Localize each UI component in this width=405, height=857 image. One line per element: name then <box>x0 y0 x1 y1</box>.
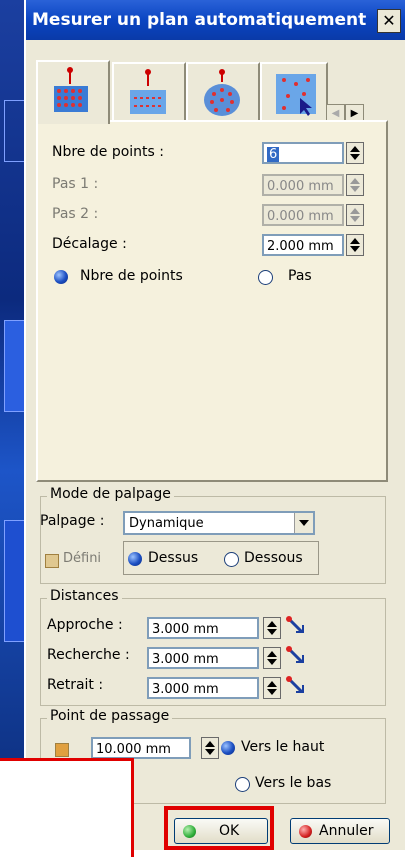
cancel-button-label: Annuler <box>319 823 374 839</box>
approche-input[interactable]: 3.000 mm <box>147 617 259 639</box>
pas1-input[interactable]: 0.000 mm <box>262 174 344 196</box>
palpage-label: Palpage : <box>40 513 105 529</box>
radio-pas[interactable] <box>258 270 273 285</box>
defini-checkbox[interactable] <box>45 554 59 568</box>
passage-spinner[interactable] <box>201 737 219 759</box>
random-points-icon <box>276 74 316 116</box>
group-distances: Distances Approche : 3.000 mm Recherche … <box>40 588 386 706</box>
decalage-input[interactable]: 2.000 mm <box>262 234 344 256</box>
pas2-spinner[interactable] <box>346 204 364 226</box>
recherche-label: Recherche : <box>47 647 130 663</box>
nbre-points-spinner[interactable] <box>346 142 364 164</box>
search-direction-icon[interactable] <box>285 645 307 665</box>
radio-nbre-points-label: Nbre de points <box>80 268 183 284</box>
tab-scan-lines[interactable] <box>112 62 186 122</box>
retract-direction-icon[interactable] <box>285 675 307 695</box>
passage-checkbox[interactable] <box>55 743 69 757</box>
annotation-highlight-ok <box>164 806 274 850</box>
dialog-title: Mesurer un plan automatiquement <box>32 10 367 30</box>
title-bar[interactable]: Mesurer un plan automatiquement ✕ <box>26 0 405 40</box>
approach-direction-icon[interactable] <box>285 615 307 635</box>
viewport-shape <box>4 520 26 642</box>
passage-input[interactable]: 10.000 mm <box>91 737 191 759</box>
radio-vers-le-haut-label: Vers le haut <box>241 739 325 755</box>
radio-nbre-points[interactable] <box>54 270 68 284</box>
pas1-label: Pas 1 : <box>52 176 99 192</box>
nbre-points-input[interactable]: 6 <box>262 142 344 164</box>
pas1-spinner[interactable] <box>346 174 364 196</box>
recherche-input[interactable]: 3.000 mm <box>147 647 259 669</box>
radio-vers-le-haut[interactable] <box>221 741 235 755</box>
group-mode-palpage: Mode de palpage Palpage : Dynamique Défi… <box>40 486 386 584</box>
tab-page-point-grid: Nbre de points : 6 Pas 1 : 0.000 mm Pas … <box>36 120 388 482</box>
approche-label: Approche : <box>47 617 123 633</box>
nbre-points-label: Nbre de points : <box>52 144 164 160</box>
recherche-spinner[interactable] <box>263 647 281 669</box>
scan-lines-icon <box>130 69 166 114</box>
group-title-point-passage: Point de passage <box>47 708 173 724</box>
retrait-label: Retrait : <box>47 677 104 693</box>
tab-cylinder-points[interactable] <box>186 62 260 122</box>
radio-dessus[interactable] <box>128 552 142 566</box>
point-grid-icon <box>54 67 88 112</box>
radio-dessus-label: Dessus <box>148 550 199 566</box>
approche-spinner[interactable] <box>263 617 281 639</box>
radio-vers-le-bas[interactable] <box>235 777 250 792</box>
viewport-shape <box>4 320 26 412</box>
defini-label: Défini <box>63 551 102 566</box>
dessus-dessous-box: Dessus Dessous <box>123 541 319 575</box>
annotation-callout-box <box>0 758 134 857</box>
group-title-distances: Distances <box>47 588 122 604</box>
tab-random-points[interactable] <box>260 62 328 122</box>
red-ball-icon <box>299 825 312 838</box>
decalage-label: Décalage : <box>52 236 127 252</box>
radio-vers-le-bas-label: Vers le bas <box>255 775 332 791</box>
pas2-label: Pas 2 : <box>52 206 99 222</box>
bottom-crop-edge <box>134 850 405 857</box>
viewport-shape <box>4 100 26 162</box>
pas2-input[interactable]: 0.000 mm <box>262 204 344 226</box>
retrait-spinner[interactable] <box>263 677 281 699</box>
palpage-selected-value: Dynamique <box>129 516 204 531</box>
group-title-mode-palpage: Mode de palpage <box>47 486 174 502</box>
radio-dessous[interactable] <box>224 552 239 567</box>
cancel-button[interactable]: Annuler <box>290 818 390 844</box>
chevron-down-icon <box>294 513 313 533</box>
cylinder-points-icon <box>204 69 240 116</box>
palpage-select[interactable]: Dynamique <box>123 511 315 535</box>
tab-point-grid[interactable] <box>36 60 110 124</box>
radio-dessous-label: Dessous <box>244 550 303 566</box>
retrait-input[interactable]: 3.000 mm <box>147 677 259 699</box>
radio-pas-label: Pas <box>288 268 312 284</box>
dialog-window: Mesurer un plan automatiquement ✕ ◀ ▶ Nb… <box>24 0 405 857</box>
decalage-spinner[interactable] <box>346 234 364 256</box>
close-icon[interactable]: ✕ <box>377 9 401 33</box>
